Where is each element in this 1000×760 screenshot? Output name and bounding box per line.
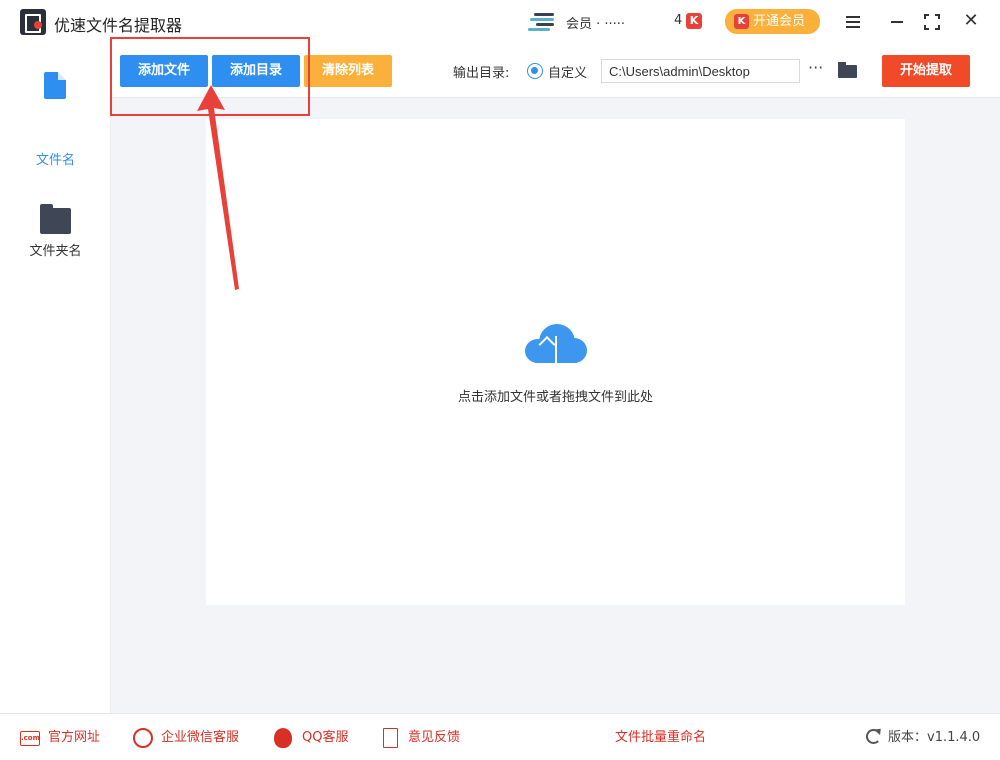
drop-zone-hint: 点击添加文件或者拖拽文件到此处 xyxy=(457,390,653,405)
website-icon: .com xyxy=(20,731,40,746)
user-name[interactable]: 会员 · ····· xyxy=(566,13,625,32)
sidebar-item-filename[interactable]: 文件名 xyxy=(0,94,111,168)
app-logo-icon xyxy=(20,9,46,35)
qq-icon xyxy=(274,728,292,748)
menu-icon[interactable] xyxy=(842,11,864,33)
minimize-icon[interactable] xyxy=(886,11,908,33)
app-title: 优速文件名提取器 xyxy=(54,16,183,35)
version-label: 版本：v1.1.4.0 xyxy=(888,730,981,745)
add-directory-button[interactable]: 添加目录 xyxy=(212,55,300,87)
wecom-icon xyxy=(133,728,153,748)
refresh-icon[interactable] xyxy=(866,729,881,744)
drop-zone[interactable]: 点击添加文件或者拖拽文件到此处 xyxy=(206,119,905,605)
custom-radio-label[interactable]: 自定义 xyxy=(548,62,587,81)
output-dir-label: 输出目录: xyxy=(453,66,510,81)
website-link[interactable]: .com 官方网址 xyxy=(20,728,110,748)
feedback-icon xyxy=(383,728,398,748)
open-folder-icon[interactable] xyxy=(838,62,857,79)
more-options-icon[interactable]: ··· xyxy=(808,60,826,80)
wecom-support-link[interactable]: 企业微信客服 xyxy=(133,728,253,748)
user-avatar-icon[interactable] xyxy=(528,10,556,34)
feedback-link-label: 意见反馈 xyxy=(408,730,461,745)
sidebar-item-label: 文件夹名 xyxy=(29,244,82,259)
add-file-button[interactable]: 添加文件 xyxy=(120,55,208,87)
k-badge-icon: K xyxy=(686,13,702,29)
sidebar-item-foldername[interactable]: 文件夹名 xyxy=(0,186,111,259)
custom-radio[interactable] xyxy=(527,63,543,79)
maximize-icon[interactable] xyxy=(921,11,943,33)
batch-rename-link[interactable]: 文件批量重命名 xyxy=(615,728,706,748)
feedback-link[interactable]: 意见反馈 xyxy=(383,728,473,748)
vip-k-icon: K xyxy=(734,14,749,29)
sidebar-item-label: 文件名 xyxy=(35,153,75,168)
toolbar: 添加文件 添加目录 清除列表 输出目录: 自定义 ··· 开始提取 xyxy=(111,44,1000,98)
website-link-label: 官方网址 xyxy=(48,730,101,745)
vip-button-label: 开通会员 xyxy=(753,14,806,29)
cloud-upload-icon xyxy=(525,324,587,376)
user-badge-count: 4 xyxy=(674,13,683,28)
start-extract-button[interactable]: 开始提取 xyxy=(882,55,970,87)
wecom-link-label: 企业微信客服 xyxy=(161,730,240,745)
vip-button[interactable]: K 开通会员 xyxy=(725,9,820,34)
bottom-bar: .com 官方网址 企业微信客服 QQ客服 意见反馈 文件批量重命名 版本：v1… xyxy=(0,713,1000,760)
close-icon[interactable]: ✕ xyxy=(960,11,982,33)
title-bar: 优速文件名提取器 会员 · ····· 4 K K 开通会员 ✕ xyxy=(0,0,1000,44)
qq-support-link[interactable]: QQ客服 xyxy=(274,728,359,748)
qq-link-label: QQ客服 xyxy=(302,730,349,745)
output-path-input[interactable] xyxy=(601,59,800,83)
clear-list-button[interactable]: 清除列表 xyxy=(304,55,392,87)
